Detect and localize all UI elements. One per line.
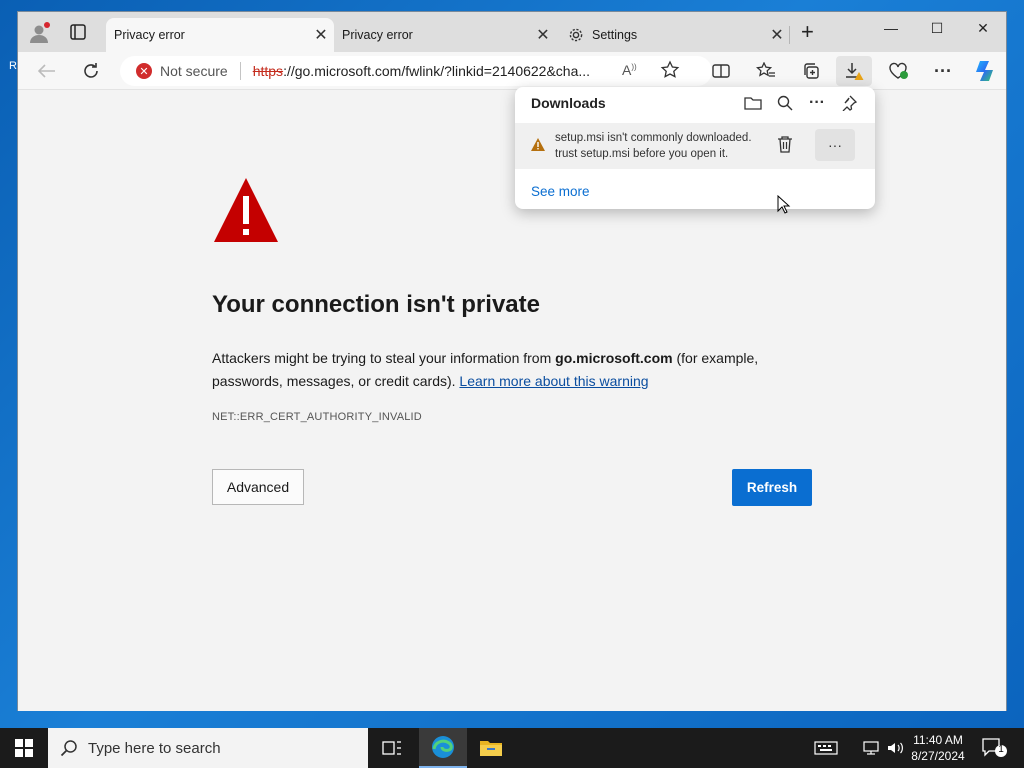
not-secure-label[interactable]: Not secure xyxy=(160,63,228,79)
refresh-icon[interactable] xyxy=(80,60,102,82)
gear-icon xyxy=(564,27,584,43)
tab-privacy-error-2[interactable]: Privacy error ✕ xyxy=(334,18,556,52)
download-more-actions-button[interactable]: ··· xyxy=(815,129,855,161)
close-icon[interactable]: ✕ xyxy=(308,25,334,45)
split-screen-icon[interactable] xyxy=(710,60,732,82)
browser-essentials-icon[interactable] xyxy=(888,60,910,82)
taskbar: Type here to search 11:40 AM 8/27/2024 1 xyxy=(0,728,1024,768)
folder-icon[interactable] xyxy=(743,93,763,113)
task-view-icon[interactable] xyxy=(368,728,416,768)
file-explorer-icon[interactable] xyxy=(467,728,515,768)
tab-separator xyxy=(789,26,790,44)
tab-privacy-error-1[interactable]: Privacy error ✕ xyxy=(106,18,334,52)
page-title: Your connection isn't private xyxy=(212,291,540,318)
notification-count: 1 xyxy=(998,744,1004,755)
maximize-icon[interactable]: ☐ xyxy=(914,20,960,44)
see-more-link[interactable]: See more xyxy=(531,184,590,199)
download-warning-text: setup.msi isn't commonly downloaded. tru… xyxy=(555,130,763,162)
minimize-icon[interactable]: — xyxy=(868,20,914,44)
tab-settings[interactable]: Settings ✕ xyxy=(564,18,790,52)
domain-name: go.microsoft.com xyxy=(555,350,673,366)
window-close-icon[interactable]: ✕ xyxy=(960,20,1006,44)
windows-logo-icon xyxy=(15,739,33,757)
desktop-edge-letter: R xyxy=(9,60,17,72)
error-code: NET::ERR_CERT_AUTHORITY_INVALID xyxy=(212,411,422,423)
refresh-button[interactable]: Refresh xyxy=(732,469,812,506)
search-icon[interactable] xyxy=(775,93,795,113)
keyboard-icon[interactable] xyxy=(814,738,838,758)
read-aloud-icon[interactable]: A)) xyxy=(622,62,637,78)
back-icon[interactable] xyxy=(36,60,58,82)
network-icon[interactable] xyxy=(860,738,884,758)
pin-icon[interactable] xyxy=(839,93,859,113)
downloads-title: Downloads xyxy=(531,95,606,111)
tab-label: Privacy error xyxy=(114,28,185,42)
download-warning-line2: trust setup.msi before you open it. xyxy=(555,148,729,160)
warning-description: Attackers might be trying to steal your … xyxy=(212,347,792,393)
taskbar-search-box[interactable]: Type here to search xyxy=(48,728,368,768)
download-warning-line1: setup.msi isn't commonly downloaded. xyxy=(555,132,752,144)
mouse-cursor-icon xyxy=(777,194,791,220)
warning-triangle-icon xyxy=(212,176,280,244)
more-options-icon[interactable]: ··· xyxy=(932,60,954,82)
collections-icon[interactable] xyxy=(800,60,822,82)
favorite-star-icon[interactable] xyxy=(660,60,680,83)
learn-more-link[interactable]: Learn more about this warning xyxy=(459,373,648,389)
clock-time: 11:40 AM xyxy=(913,733,963,747)
url-scheme: https xyxy=(252,63,284,79)
clock-date: 8/27/2024 xyxy=(911,749,965,763)
tab-label: Privacy error xyxy=(342,28,413,42)
warning-icon xyxy=(531,138,545,156)
close-icon[interactable]: ✕ xyxy=(764,25,790,45)
address-bar[interactable]: ✕ Not secure https ://go.microsoft.com/f… xyxy=(120,56,712,86)
search-icon xyxy=(60,739,78,757)
new-tab-icon[interactable]: + xyxy=(801,21,814,43)
delete-icon[interactable] xyxy=(777,135,793,158)
download-item[interactable]: setup.msi isn't commonly downloaded. tru… xyxy=(515,123,875,169)
browser-window: Privacy error ✕ Privacy error ✕ Settings… xyxy=(17,11,1007,711)
favorites-icon[interactable] xyxy=(755,60,777,82)
search-placeholder: Type here to search xyxy=(88,739,221,757)
close-icon[interactable]: ✕ xyxy=(530,25,556,45)
not-secure-icon[interactable]: ✕ xyxy=(136,63,152,79)
description-text: Attackers might be trying to steal your … xyxy=(212,350,556,366)
address-divider xyxy=(239,62,241,80)
downloads-more-icon[interactable]: ··· xyxy=(807,93,827,113)
downloads-flyout: Downloads ··· setup.msi isn't commonly d… xyxy=(515,87,875,209)
profile-icon[interactable] xyxy=(28,21,52,45)
start-button[interactable] xyxy=(0,728,48,768)
advanced-button[interactable]: Advanced xyxy=(212,469,304,505)
tab-actions-icon[interactable] xyxy=(68,23,88,41)
downloads-icon[interactable] xyxy=(836,56,872,86)
system-clock[interactable]: 11:40 AM 8/27/2024 xyxy=(905,732,971,764)
copilot-icon[interactable] xyxy=(973,58,999,84)
url-text: ://go.microsoft.com/fwlink/?linkid=21406… xyxy=(283,63,591,79)
tab-strip: Privacy error ✕ Privacy error ✕ Settings… xyxy=(18,12,1006,52)
notifications-icon[interactable]: 1 xyxy=(980,736,1010,760)
tab-label: Settings xyxy=(592,28,638,42)
edge-taskbar-icon[interactable] xyxy=(419,728,467,768)
toolbar: ✕ Not secure https ://go.microsoft.com/f… xyxy=(18,52,1006,90)
